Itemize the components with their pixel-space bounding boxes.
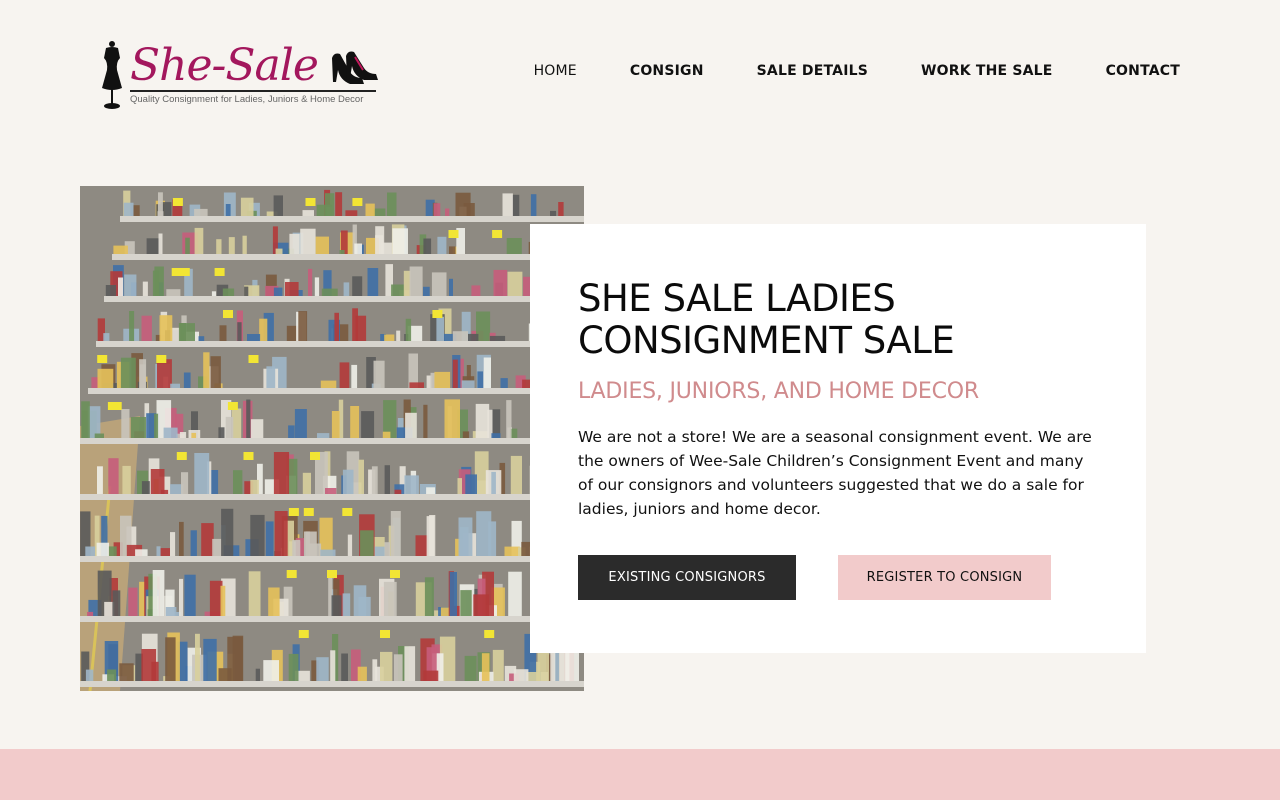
sale-tables-image <box>80 186 584 691</box>
logo-wordmark: She-Sale <box>130 40 319 91</box>
high-heels-icon <box>332 51 378 84</box>
register-to-consign-button[interactable]: REGISTER TO CONSIGN <box>838 555 1051 600</box>
site-header: She-Sale Quality Consignment for Ladies,… <box>0 0 1280 140</box>
site-logo[interactable]: She-Sale Quality Consignment for Ladies,… <box>100 38 382 112</box>
footer-band <box>0 749 1280 800</box>
main-nav: HOME CONSIGN SALE DETAILS WORK THE SALE … <box>534 60 1180 82</box>
hero-card: SHE SALE LADIES CONSIGNMENT SALE LADIES,… <box>530 224 1146 653</box>
logo-tagline: Quality Consignment for Ladies, Juniors … <box>130 94 364 105</box>
hero-subtitle: LADIES, JUNIORS, AND HOME DECOR <box>578 379 979 404</box>
logo-underline <box>130 90 376 92</box>
nav-item-consign[interactable]: CONSIGN <box>630 60 704 82</box>
dress-form-icon <box>102 41 122 109</box>
hero-description: We are not a store! We are a seasonal co… <box>578 428 1092 518</box>
nav-item-contact[interactable]: CONTACT <box>1106 60 1180 82</box>
nav-item-home[interactable]: HOME <box>534 60 577 82</box>
hero-title: SHE SALE LADIES CONSIGNMENT SALE <box>578 277 955 362</box>
existing-consignors-button[interactable]: EXISTING CONSIGNORS <box>578 555 796 600</box>
hero-photo <box>80 186 584 691</box>
nav-item-sale-details[interactable]: SALE DETAILS <box>757 60 868 82</box>
nav-item-work-the-sale[interactable]: WORK THE SALE <box>921 60 1053 82</box>
